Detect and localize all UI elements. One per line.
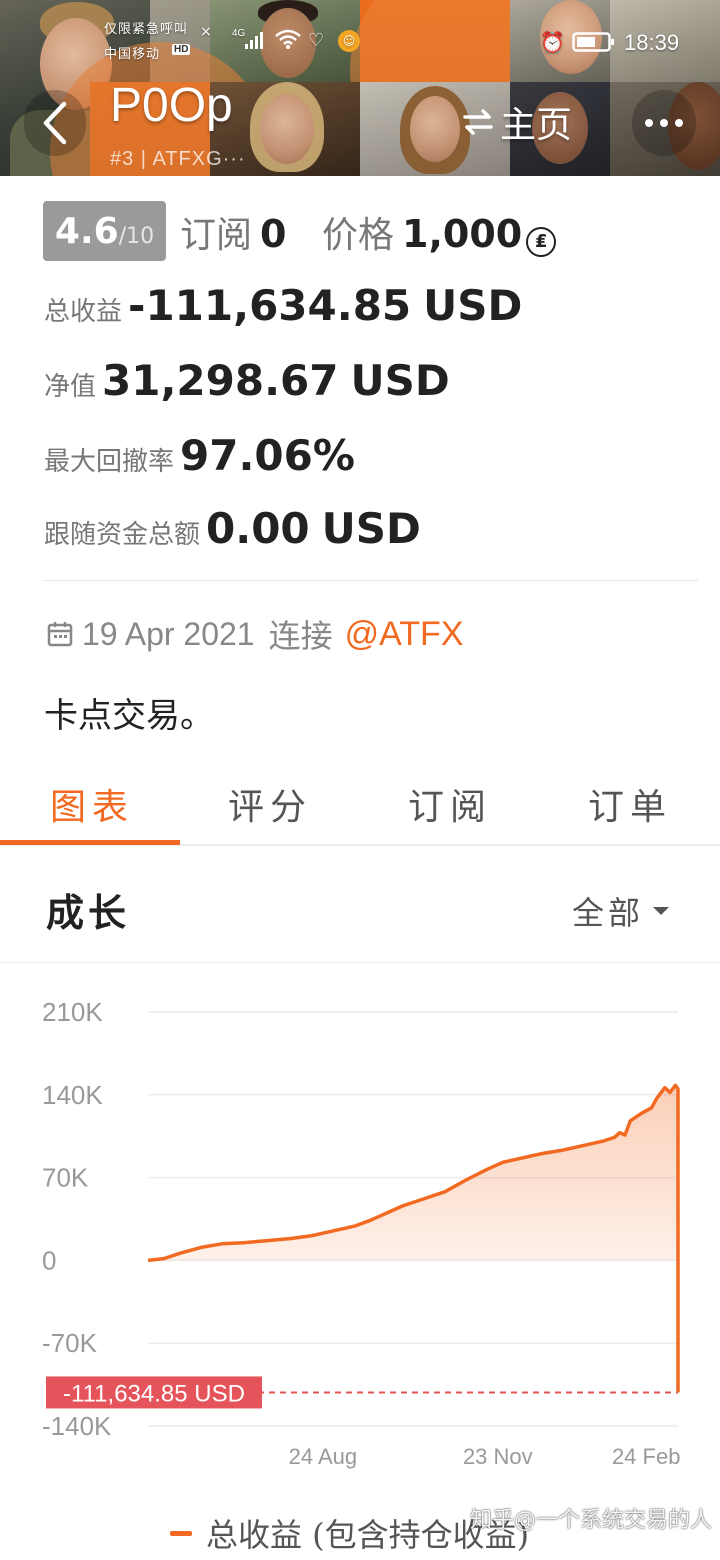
x-tick-label: 23 Nov (463, 1444, 533, 1469)
equity-unit: USD (350, 356, 450, 405)
x-tick-label: 24 Feb (612, 1444, 681, 1469)
subscribers-label: 订阅 (180, 215, 253, 256)
status-emergency-notice: 仅限紧急呼叫 (104, 21, 189, 36)
y-tick-label: -70K (42, 1328, 98, 1358)
total-profit-value: -111,634. (128, 281, 353, 330)
legend-swatch (170, 1530, 192, 1536)
range-select[interactable]: 全部 (572, 888, 672, 934)
connection-date: 19 Apr 2021 (82, 615, 255, 652)
trader-id: #3 | ATFXG··· (110, 148, 246, 170)
tab-chart[interactable]: 图表 (50, 778, 134, 830)
more-dots-icon (645, 119, 683, 127)
wifi-icon (274, 28, 302, 54)
connection-label: 连接 (268, 617, 333, 655)
total-profit-cents: 85 (352, 281, 412, 330)
status-carrier: 中国移动 (104, 46, 161, 61)
tab-rating[interactable]: 评分 (228, 778, 312, 830)
growth-chart: 210K 140K 70K 0 -70K -140K 24 Aug 23 Nov 24 Feb… (42, 997, 681, 1469)
subscribers-value: 0 (260, 212, 287, 256)
back-button[interactable] (24, 90, 86, 156)
strategy-description: 卡点交易。 (44, 696, 214, 736)
growth-title: 成长 (46, 890, 131, 935)
range-select-value: 全部 (572, 894, 645, 932)
tab-orders[interactable]: 订单 (588, 778, 672, 830)
total-profit-row: 总收益 -111,634. 85 USD (44, 281, 522, 330)
follow-funds-cents: 00 (251, 504, 310, 553)
mute-icon: ♡ (308, 30, 325, 51)
total-profit-label: 总收益 (44, 297, 123, 327)
trader-header: 仅限紧急呼叫 × 中国移动 HD 4G ♡ ☺ ⏰ 18:39 P0Op #3 … (0, 0, 720, 176)
back-chevron-icon (43, 101, 67, 145)
tab-bar: 图表 评分 订阅 订单 (0, 760, 720, 846)
equity-label: 净值 (44, 372, 97, 402)
coin-icon: ₤ (526, 227, 557, 257)
signal-icon (244, 30, 264, 54)
price-value: 1,000 (402, 212, 523, 256)
y-tick-label: 140K (42, 1080, 103, 1110)
price-stat: 价格 1,000 ₤ (322, 206, 557, 258)
connection-row: 19 Apr 2021 连接 @ATFX (46, 611, 464, 657)
alarm-icon: ⏰ (540, 30, 565, 54)
close-icon: × (200, 24, 212, 40)
rating-value: 4.6 (54, 211, 119, 252)
swap-icon (463, 109, 493, 135)
subscribers-stat: 订阅 0 (180, 206, 286, 258)
calendar-icon (47, 622, 73, 647)
battery-icon (572, 31, 616, 57)
total-profit-unit: USD (423, 281, 523, 330)
max-drawdown-value: 97.06% (180, 431, 355, 480)
rating-badge: 4.6 /10 (43, 201, 166, 261)
home-link[interactable]: 主页 (462, 96, 572, 148)
active-tab-indicator (0, 840, 180, 845)
follow-funds-row: 跟随资金总额 0. 00 USD (44, 504, 421, 553)
current-value-label: -111,634.85 USD (63, 1380, 245, 1407)
y-tick-label: -140K (42, 1411, 112, 1441)
trader-name: P0Op (110, 79, 233, 132)
max-drawdown-label: 最大回撤率 (44, 447, 175, 477)
home-link-label: 主页 (500, 105, 573, 146)
follow-funds-label: 跟随资金总额 (44, 520, 201, 550)
divider (44, 580, 698, 581)
divider (0, 962, 720, 963)
follow-funds-unit: USD (321, 504, 421, 553)
tab-subscriptions[interactable]: 订阅 (408, 778, 492, 830)
follow-funds-value: 0. (206, 504, 252, 553)
rating-max: /10 (118, 224, 155, 249)
y-tick-label: 0 (42, 1245, 56, 1275)
max-drawdown-row: 最大回撤率 97.06% (44, 431, 355, 480)
y-tick-label: 70K (42, 1163, 89, 1193)
more-button[interactable] (632, 90, 696, 156)
series-area (148, 1085, 678, 1261)
status-hd-badge: HD (172, 44, 191, 55)
price-label: 价格 (322, 215, 395, 256)
status-time: 18:39 (624, 30, 680, 55)
equity-row: 净值 31,298. 67 USD (44, 356, 450, 405)
watermark: 知乎@一个系统交易的人 (470, 1508, 713, 1533)
equity-cents: 67 (280, 356, 339, 405)
broker-link[interactable]: @ATFX (345, 615, 464, 654)
app-notification-icon: ☺ (338, 30, 360, 52)
y-tick-label: 210K (42, 997, 103, 1027)
caret-down-icon (653, 907, 670, 915)
x-tick-label: 24 Aug (289, 1444, 358, 1469)
equity-value: 31,298. (102, 356, 281, 405)
